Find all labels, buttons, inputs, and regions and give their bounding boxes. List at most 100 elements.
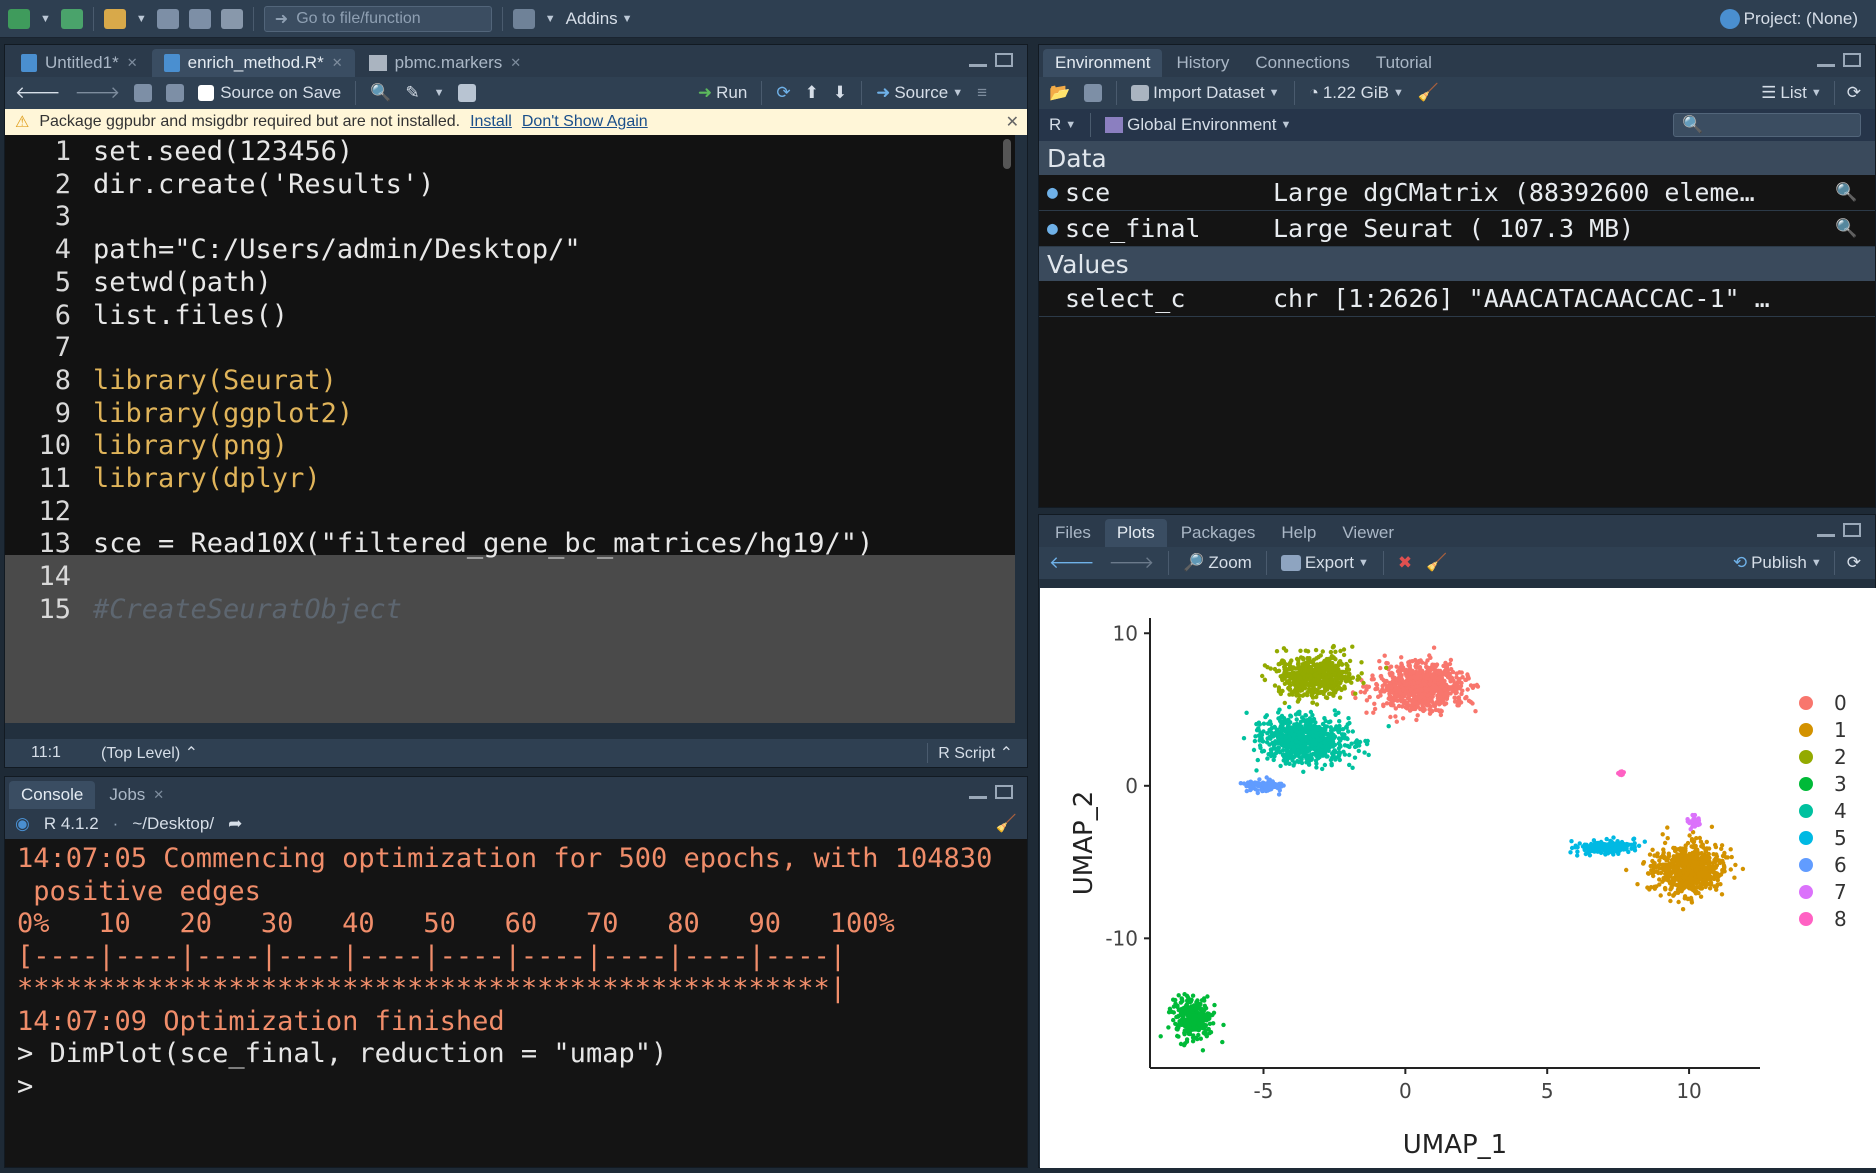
- maximize-icon[interactable]: [1843, 523, 1861, 537]
- clear-console-icon[interactable]: 🧹: [996, 814, 1017, 834]
- close-icon[interactable]: ✕: [1006, 112, 1019, 132]
- back-arrow-icon[interactable]: 🡐: [15, 83, 61, 103]
- arrow-down-icon[interactable]: ⬇: [833, 83, 847, 103]
- save-icon[interactable]: [166, 84, 185, 102]
- tab-connections[interactable]: Connections: [1243, 49, 1362, 77]
- tab-environment[interactable]: Environment: [1043, 49, 1163, 77]
- refresh-icon[interactable]: ⟳: [1847, 553, 1861, 573]
- rerun-icon[interactable]: ⟳: [776, 83, 790, 103]
- tab-untitled1[interactable]: Untitled1* ✕: [9, 49, 150, 77]
- checkbox-box[interactable]: [198, 85, 215, 101]
- refresh-icon[interactable]: ⟳: [1847, 83, 1861, 103]
- print-icon[interactable]: [220, 8, 243, 29]
- broom-icon[interactable]: 🧹: [1418, 83, 1439, 103]
- minimize-icon[interactable]: [969, 793, 987, 799]
- forward-arrow-icon[interactable]: 🡒: [75, 83, 121, 103]
- memory-usage[interactable]: ◔ 1.22 GiB ▼: [1309, 83, 1404, 103]
- close-icon[interactable]: ✕: [332, 55, 343, 71]
- project-menu[interactable]: Project: (None): [1719, 8, 1858, 29]
- source-button[interactable]: ➜ Source ▼: [876, 83, 963, 103]
- language-selector[interactable]: R ▼: [1049, 115, 1076, 135]
- remove-plot-icon[interactable]: ✖: [1398, 553, 1412, 573]
- working-dir[interactable]: ~/Desktop/: [132, 814, 214, 834]
- expand-icon[interactable]: ●: [1039, 182, 1065, 203]
- load-workspace-icon[interactable]: 📂: [1049, 83, 1070, 103]
- maximize-icon[interactable]: [995, 785, 1013, 799]
- env-row-sce-final[interactable]: ● sce_final Large Seurat ( 107.3 MB) 🔍: [1039, 211, 1875, 247]
- save-icon[interactable]: [156, 8, 179, 29]
- import-dataset-button[interactable]: Import Dataset ▼: [1131, 83, 1280, 103]
- tab-viewer[interactable]: Viewer: [1330, 519, 1406, 547]
- tab-history[interactable]: History: [1164, 49, 1241, 77]
- code-line[interactable]: 11 library(dplyr): [5, 462, 1015, 495]
- tab-packages[interactable]: Packages: [1169, 519, 1268, 547]
- code-line[interactable]: 13 sce = Read10X("filtered_gene_bc_matric…: [5, 527, 1015, 560]
- grid-layout-icon[interactable]: [512, 8, 535, 29]
- show-in-window-icon[interactable]: [134, 84, 153, 102]
- code-line[interactable]: 3: [5, 200, 1015, 233]
- code-line[interactable]: 7: [5, 331, 1015, 364]
- dont-show-again-link[interactable]: Don't Show Again: [522, 113, 648, 131]
- chevron-down-icon[interactable]: ▼: [40, 13, 51, 25]
- code-line[interactable]: 12: [5, 495, 1015, 528]
- minimize-icon[interactable]: [1817, 531, 1835, 537]
- search-icon[interactable]: 🔍: [370, 83, 391, 103]
- search-icon[interactable]: 🔍: [1835, 182, 1875, 203]
- code-line[interactable]: 5 setwd(path): [5, 266, 1015, 299]
- source-on-save-checkbox[interactable]: Source on Save: [198, 83, 341, 103]
- export-button[interactable]: Export ▼: [1280, 553, 1369, 573]
- env-row-sce[interactable]: ● sce Large dgCMatrix (88392600 eleme… 🔍: [1039, 175, 1875, 211]
- env-row-select-c[interactable]: select_c chr [1:2626] "AAACATACAACCAC-1"…: [1039, 281, 1875, 317]
- code-line[interactable]: 10 library(png): [5, 429, 1015, 462]
- code-line[interactable]: 4 path="C:/Users/admin/Desktop/": [5, 233, 1015, 266]
- save-all-icon[interactable]: [188, 8, 211, 29]
- environment-selector[interactable]: Global Environment ▼: [1105, 115, 1291, 135]
- tab-help[interactable]: Help: [1269, 519, 1328, 547]
- open-folder-icon[interactable]: [103, 8, 126, 29]
- tab-enrich-method[interactable]: enrich_method.R* ✕: [151, 49, 355, 77]
- go-to-dir-icon[interactable]: ➦: [228, 814, 242, 834]
- maximize-icon[interactable]: [995, 53, 1013, 67]
- minimize-icon[interactable]: [1817, 61, 1835, 67]
- code-line[interactable]: 9 library(ggplot2): [5, 397, 1015, 430]
- broom-icon[interactable]: 🧹: [1426, 553, 1447, 573]
- expand-icon[interactable]: ●: [1039, 218, 1065, 239]
- tab-tutorial[interactable]: Tutorial: [1364, 49, 1444, 77]
- goto-file-input[interactable]: ➜ Go to file/function: [263, 5, 492, 32]
- code-line[interactable]: 6 list.files(): [5, 299, 1015, 332]
- environment-search-input[interactable]: 🔍: [1673, 113, 1861, 137]
- new-file-icon[interactable]: [8, 8, 30, 29]
- scrollbar[interactable]: [1003, 139, 1011, 169]
- maximize-icon[interactable]: [1843, 53, 1861, 67]
- list-view-button[interactable]: ☰ List ▼: [1761, 83, 1822, 103]
- zoom-button[interactable]: 🔎 Zoom: [1183, 553, 1252, 573]
- save-icon[interactable]: [1084, 84, 1103, 102]
- tab-pbmc-markers[interactable]: pbmc.markers ✕: [357, 49, 534, 77]
- close-icon[interactable]: ✕: [153, 787, 164, 803]
- install-link[interactable]: Install: [470, 113, 512, 131]
- scope-selector[interactable]: (Top Level) ⌃: [91, 743, 198, 763]
- file-type-selector[interactable]: R Script ⌃: [927, 743, 1027, 763]
- code-line[interactable]: 2 dir.create('Results'): [5, 168, 1015, 201]
- close-icon[interactable]: ✕: [127, 55, 138, 71]
- code-line[interactable]: 8 library(Seurat): [5, 364, 1015, 397]
- back-arrow-icon[interactable]: 🡐: [1049, 553, 1095, 573]
- chevron-down-icon[interactable]: ▼: [545, 13, 556, 25]
- code-editor[interactable]: 1 set.seed(123456) 2 dir.create('Results') 3…: [5, 135, 1015, 723]
- compile-report-icon[interactable]: [458, 84, 477, 102]
- close-icon[interactable]: ✕: [510, 55, 521, 71]
- run-button[interactable]: ➜ Run: [698, 83, 747, 103]
- tab-plots[interactable]: Plots: [1104, 519, 1167, 547]
- arrow-up-icon[interactable]: ⬆: [805, 83, 819, 103]
- code-line[interactable]: 1 set.seed(123456): [5, 135, 1015, 168]
- addins-menu[interactable]: Addins ▼: [566, 9, 633, 29]
- outline-icon[interactable]: ≡: [977, 83, 987, 103]
- magic-wand-icon[interactable]: ✎: [405, 83, 419, 103]
- new-project-icon[interactable]: [60, 8, 83, 29]
- minimize-icon[interactable]: [969, 61, 987, 67]
- chevron-down-icon[interactable]: ▼: [136, 13, 147, 25]
- forward-arrow-icon[interactable]: 🡒: [1109, 553, 1155, 573]
- console-prompt[interactable]: >: [17, 1071, 33, 1102]
- search-icon[interactable]: 🔍: [1835, 218, 1875, 239]
- code-line[interactable]: 14: [5, 560, 1015, 593]
